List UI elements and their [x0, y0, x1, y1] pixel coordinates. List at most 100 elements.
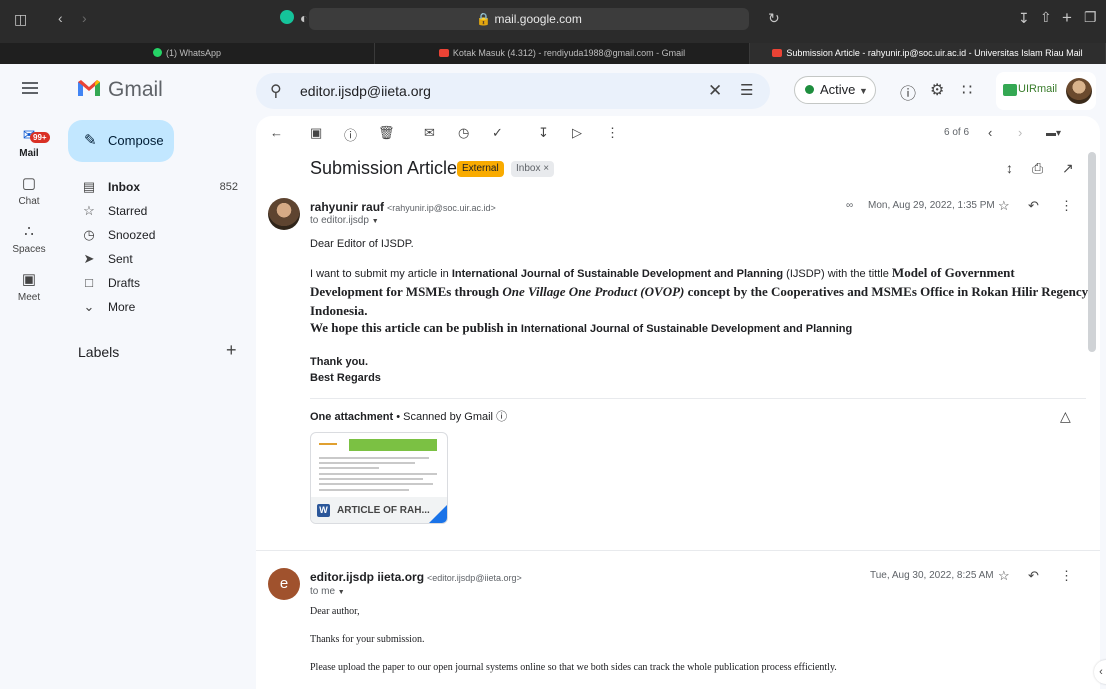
sender-name[interactable]: editor.ijsdp iieta.org <editor.ijsdp@iiet… [310, 570, 522, 584]
labels-heading: Labels [78, 344, 120, 360]
journal-name: International Journal of Sustainable Dev… [520, 323, 853, 335]
tab-label: Submission Article - rahyunir.ip@soc.uir… [786, 48, 1083, 58]
mark-unread-icon[interactable]: ✉ [424, 125, 435, 141]
nav-item-starred[interactable]: ☆ Starred [62, 199, 252, 223]
sender-avatar[interactable] [268, 198, 300, 230]
nav-item-sent[interactable]: ➤ Sent [62, 247, 252, 271]
nav-item-more[interactable]: ⌄ More [62, 295, 252, 319]
nav-label: Starred [108, 204, 148, 218]
back-icon[interactable]: ‹ [58, 11, 63, 25]
grammarly-icon[interactable] [280, 10, 294, 24]
account-avatar[interactable] [1066, 78, 1092, 104]
message-more-icon[interactable]: ⋮ [1060, 568, 1073, 584]
more-options-icon[interactable]: ⋮ [606, 125, 619, 141]
caret-down-icon: ▼ [859, 86, 868, 96]
sender-email: <editor.ijsdp@iieta.org> [427, 573, 522, 583]
doc-line [319, 473, 437, 475]
reload-icon[interactable]: ↻ [768, 11, 780, 25]
doc-header-block [349, 439, 437, 451]
chat-icon: ▢ [21, 175, 37, 192]
doc-line [319, 462, 415, 464]
add-label-icon[interactable]: + [226, 340, 237, 361]
address-bar[interactable]: 🔒 mail.google.com [309, 8, 749, 30]
input-tools-icon[interactable]: ▬▾ [1046, 128, 1061, 139]
rail-spaces[interactable]: ∴ Spaces [0, 222, 58, 255]
rail-mail[interactable]: ✉ 99+ Mail [0, 126, 58, 159]
newer-icon[interactable]: ‹ [988, 125, 992, 140]
sender-avatar[interactable]: e [268, 568, 300, 600]
snooze-icon[interactable]: ◷ [458, 125, 469, 141]
text-run: (IJSDP) with the tittle [783, 268, 892, 280]
help-icon[interactable]: ⓘ [900, 80, 916, 104]
uir-logo-icon [1003, 84, 1017, 96]
document-preview [319, 437, 441, 497]
search-icon[interactable]: ⚲ [270, 81, 282, 101]
gmail-icon [772, 49, 783, 57]
attachment-card[interactable]: W ARTICLE OF RAH... [310, 432, 448, 524]
nav-item-drafts[interactable]: □ Drafts [62, 271, 252, 295]
star-icon[interactable]: ☆ [998, 198, 1010, 214]
report-spam-icon[interactable]: ⓘ [344, 125, 357, 144]
doc-line [319, 489, 409, 491]
settings-gear-icon[interactable]: ⚙ [930, 80, 944, 100]
older-icon[interactable]: › [1018, 125, 1022, 140]
account-switcher[interactable]: UIRmail [996, 72, 1096, 110]
sidebar-toggle-icon[interactable]: ◫ [14, 12, 27, 26]
reply-line-2: Thanks for your submission. [310, 634, 425, 645]
pager-count: 6 of 6 [944, 127, 970, 138]
label-icon[interactable]: ▷ [572, 125, 582, 141]
delete-icon[interactable]: 🗑 [378, 125, 395, 141]
nav-label: Snoozed [108, 228, 156, 242]
sender-name-text: editor.ijsdp iieta.org [310, 570, 425, 584]
forward-icon[interactable]: › [82, 11, 87, 25]
open-new-window-icon[interactable]: ↗ [1062, 160, 1074, 177]
doc-line [319, 478, 423, 480]
info-icon[interactable]: ⓘ [496, 411, 507, 423]
fold-corner-icon [429, 505, 447, 523]
scrollbar-thumb[interactable] [1088, 152, 1096, 352]
rail-label: Meet [17, 292, 41, 303]
recipient-line[interactable]: to me ▼ [310, 586, 345, 597]
clear-search-icon[interactable]: ✕ [708, 81, 722, 101]
apps-grid-icon[interactable]: ∷ [962, 80, 972, 100]
rail-chat[interactable]: ▢ Chat [0, 174, 58, 207]
sender-name[interactable]: rahyunir rauf <rahyunir.ip@soc.uir.ac.id> [310, 200, 496, 214]
download-icon[interactable]: ↧ [1018, 11, 1030, 25]
search-input[interactable] [300, 81, 680, 101]
tab-overview-icon[interactable]: ❐ [1084, 10, 1097, 24]
search-options-icon[interactable]: ☰ [740, 81, 753, 99]
star-icon[interactable]: ☆ [998, 568, 1010, 584]
add-to-drive-icon[interactable]: △ [1060, 408, 1071, 425]
tab-submission-article[interactable]: Submission Article - rahyunir.ip@soc.uir… [750, 43, 1106, 64]
inbox-label-chip[interactable]: Inbox × [511, 161, 555, 177]
collapse-all-icon[interactable]: ↕ [1006, 160, 1013, 176]
move-to-icon[interactable]: ↧ [538, 125, 549, 141]
add-task-icon[interactable]: ✓ [492, 125, 503, 141]
archive-icon[interactable]: ▣ [310, 125, 322, 141]
rail-label: Chat [18, 196, 40, 207]
tab-label: (1) WhatsApp [165, 48, 222, 58]
recipient-line[interactable]: to editor.ijsdp ▼ [310, 215, 379, 226]
new-tab-icon[interactable]: + [1062, 9, 1072, 26]
tab-gmail-personal[interactable]: Kotak Masuk (4.312) - rendiyuda1988@gmai… [375, 43, 750, 64]
compose-button[interactable]: ✎ Compose [68, 120, 174, 162]
reply-icon[interactable]: ↶ [1028, 198, 1039, 214]
message-more-icon[interactable]: ⋮ [1060, 198, 1073, 214]
attachment-filename: ARTICLE OF RAH... [337, 505, 430, 516]
doc-line [319, 457, 429, 459]
share-icon[interactable]: ⇧ [1040, 10, 1052, 24]
nav-item-snoozed[interactable]: ◷ Snoozed [62, 223, 252, 247]
status-button[interactable]: Active ▼ [794, 76, 876, 104]
tab-whatsapp[interactable]: (1) WhatsApp [0, 43, 375, 64]
back-to-inbox-icon[interactable]: ← [270, 125, 283, 140]
send-icon: ➤ [83, 251, 95, 266]
rail-meet[interactable]: ▣ Meet [0, 270, 58, 303]
attachment-footer: W ARTICLE OF RAH... [311, 497, 447, 523]
nav-item-inbox[interactable]: ▤ Inbox 852 [62, 175, 252, 199]
reply-icon[interactable]: ↶ [1028, 568, 1039, 584]
shield-icon[interactable]: ◐ [300, 11, 308, 25]
print-icon[interactable]: ⎙ [1032, 160, 1043, 177]
main-menu-icon[interactable] [22, 82, 38, 94]
caret-down-icon: ▼ [371, 218, 379, 225]
message-toolbar: ← ▣ ⓘ 🗑 ✉ ◷ ✓ ↧ ▷ ⋮ 6 of 6 ‹ › ▬▾ [256, 116, 1100, 152]
